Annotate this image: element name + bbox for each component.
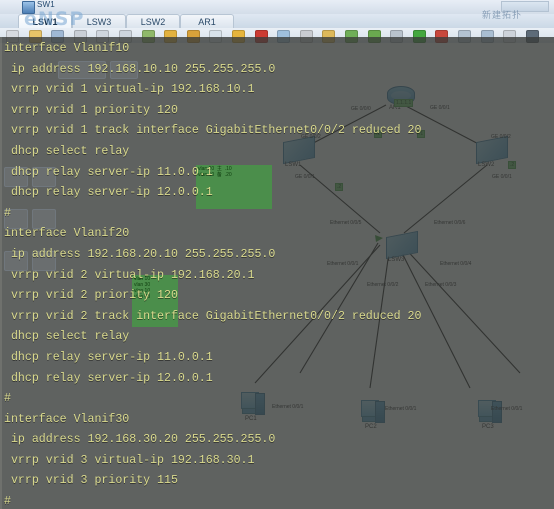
terminal-line: dhcp relay server-ip 11.0.0.1 [4,350,213,364]
terminal-line: vrrp vrid 3 virtual-ip 192.168.30.1 [4,453,255,467]
terminal-line: interface Vlanif20 [4,227,130,241]
terminal-line: vrrp vrid 1 virtual-ip 192.168.10.1 [4,83,255,97]
terminal-line: dhcp relay server-ip 12.0.0.1 [4,186,213,200]
new-topology-label: 新建拓扑 [482,10,523,20]
terminal-line: # [4,206,11,220]
terminal-line: # [4,392,11,406]
terminal-line: dhcp select relay [4,144,130,158]
terminal-line: vrrp vrid 2 track interface GigabitEther… [4,309,422,323]
terminal-output: interface Vlanif10 ip address 192.168.10… [4,39,554,509]
terminal-line: vrrp vrid 1 priority 120 [4,103,178,117]
terminal-line: ip address 192.168.10.10 255.255.255.0 [4,62,276,76]
terminal-line: vrrp vrid 1 track interface GigabitEther… [4,124,422,138]
terminal-line: # [4,495,11,509]
terminal-line: dhcp relay server-ip 11.0.0.1 [4,165,213,179]
terminal-line: vrrp vrid 2 virtual-ip 192.168.20.1 [4,268,255,282]
terminal-line: interface Vlanif10 [4,42,130,55]
terminal-line: dhcp relay server-ip 12.0.0.1 [4,371,213,385]
terminal-line: interface Vlanif30 [4,412,130,426]
cli-terminal-overlay[interactable]: vlan 20 主 .10 vlan 40 备 .20 vlan 10 vlan … [0,37,554,509]
tab-ar1[interactable]: AR1 [180,14,234,29]
terminal-line: dhcp select relay [4,330,130,344]
terminal-line: vrrp vrid 2 priority 120 [4,289,178,303]
tab-lsw2[interactable]: LSW2 [126,14,180,29]
terminal-left-edge [0,37,2,509]
ensp-watermark: eNSP [24,8,85,30]
terminal-line: ip address 192.168.20.10 255.255.255.0 [4,247,276,261]
terminal-line: vrrp vrid 3 priority 115 [4,474,178,488]
terminal-line: ip address 192.168.30.20 255.255.255.0 [4,433,276,447]
